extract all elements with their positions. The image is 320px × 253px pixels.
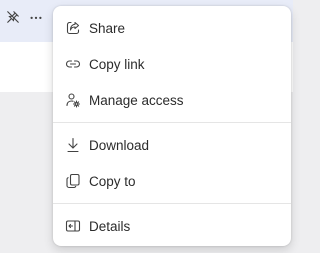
manage-access-icon	[65, 92, 81, 108]
menu-item-label: Copy link	[89, 56, 145, 72]
menu-item-copy-to[interactable]: Copy to	[53, 164, 291, 198]
menu-divider	[53, 203, 291, 204]
menu-item-manage-access[interactable]: Manage access	[53, 83, 291, 117]
link-icon	[65, 56, 81, 72]
menu-item-copy-link[interactable]: Copy link	[53, 47, 291, 81]
menu-divider	[53, 122, 291, 123]
menu-item-label: Share	[89, 20, 126, 36]
context-menu: Share Copy link Manage access Download C…	[53, 6, 291, 246]
menu-item-download[interactable]: Download	[53, 128, 291, 162]
download-icon	[65, 137, 81, 153]
menu-item-details[interactable]: Details	[53, 209, 291, 243]
share-icon	[65, 20, 81, 36]
menu-item-label: Download	[89, 137, 150, 153]
menu-item-label: Manage access	[89, 92, 184, 108]
more-options-icon[interactable]	[29, 10, 43, 24]
row-toolbar	[6, 10, 43, 24]
menu-item-label: Details	[89, 218, 131, 234]
copy-icon	[65, 173, 81, 189]
details-icon	[65, 218, 81, 234]
pin-off-icon[interactable]	[6, 10, 20, 24]
menu-item-label: Copy to	[89, 173, 136, 189]
menu-item-share[interactable]: Share	[53, 11, 291, 45]
